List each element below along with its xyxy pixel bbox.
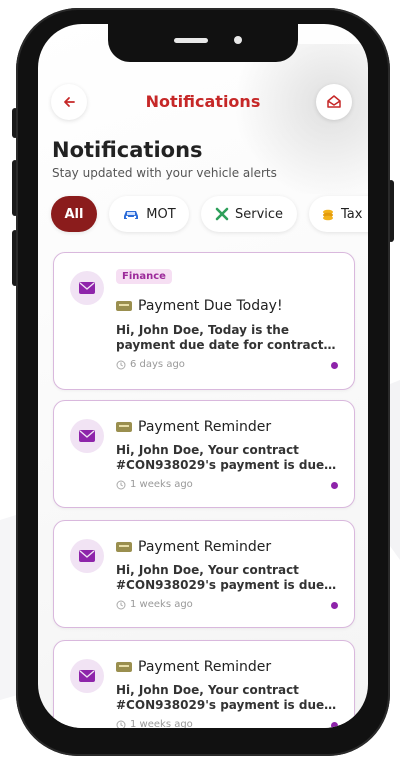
filter-chip-service[interactable]: Service <box>201 196 297 232</box>
car-icon <box>124 211 139 219</box>
notification-time: 1 weeks ago <box>116 719 193 728</box>
category-badge: Finance <box>116 269 172 284</box>
notification-title-text: Payment Due Today! <box>138 298 283 314</box>
message-line: payment due date for contract #... <box>116 338 338 352</box>
filter-chip-tax[interactable]: Tax <box>309 196 368 232</box>
ticket-icon <box>116 422 132 432</box>
filter-chip-label: MOT <box>146 206 176 222</box>
notification-time: 6 days ago <box>116 359 185 370</box>
notification-title: Payment Reminder <box>116 659 271 675</box>
time-text: 1 weeks ago <box>130 599 193 610</box>
notification-time: 1 weeks ago <box>116 599 193 610</box>
notification-title-text: Payment Reminder <box>138 419 272 435</box>
notification-time: 1 weeks ago <box>116 479 193 490</box>
notification-avatar <box>70 419 104 453</box>
time-text: 6 days ago <box>130 359 185 370</box>
notification-avatar <box>70 271 104 305</box>
filter-chip-mot[interactable]: MOT <box>109 196 189 232</box>
notification-message: Hi, John Doe, Your contract #CON938029's… <box>116 443 338 473</box>
page-subtitle: Stay updated with your vehicle alerts <box>52 166 277 180</box>
message-line: Hi, John Doe, Your contract <box>116 443 299 457</box>
unread-dot <box>331 602 338 609</box>
wrench-icon <box>215 207 229 221</box>
time-text: 1 weeks ago <box>130 719 193 728</box>
envelope-icon <box>79 670 95 682</box>
filter-chip-all[interactable]: All <box>51 196 97 232</box>
filter-chip-label: All <box>64 206 84 222</box>
clock-icon <box>116 600 126 609</box>
notification-message: Hi, John Doe, Today is the payment due d… <box>116 323 338 353</box>
mark-all-read-button[interactable] <box>316 84 352 120</box>
notification-message: Hi, John Doe, Your contract #CON938029's… <box>116 563 338 593</box>
ticket-icon <box>116 662 132 672</box>
message-line: Hi, John Doe, Your contract <box>116 563 299 577</box>
envelope-icon <box>79 282 95 294</box>
phone-notch <box>108 24 298 62</box>
notification-title-text: Payment Reminder <box>138 539 272 555</box>
filter-chip-label: Tax <box>341 206 363 222</box>
notification-avatar <box>70 539 104 573</box>
envelope-icon <box>79 430 95 442</box>
ticket-icon <box>116 542 132 552</box>
clock-icon <box>116 720 126 728</box>
notification-title: Payment Due Today! <box>116 298 283 314</box>
app-screen: Notifications Notifications Stay updated… <box>38 24 368 728</box>
notification-title: Payment Reminder <box>116 539 271 555</box>
envelope-icon <box>79 550 95 562</box>
notification-card[interactable]: Payment Reminder Hi, John Doe, Your cont… <box>53 640 355 728</box>
coins-icon <box>323 209 333 221</box>
page-title: Notifications <box>52 138 203 162</box>
message-line: Hi, John Doe, Your contract <box>116 683 299 697</box>
ticket-icon <box>116 301 132 311</box>
envelope-open-icon <box>327 95 341 108</box>
notification-card[interactable]: Payment Reminder Hi, John Doe, Your cont… <box>53 520 355 628</box>
notification-avatar <box>70 659 104 693</box>
unread-dot <box>331 362 338 369</box>
front-camera <box>234 36 242 44</box>
notification-card[interactable]: Payment Reminder Hi, John Doe, Your cont… <box>53 400 355 508</box>
clock-icon <box>116 360 126 369</box>
unread-dot <box>331 482 338 489</box>
unread-dot <box>331 722 338 728</box>
notification-title-text: Payment Reminder <box>138 659 272 675</box>
phone-frame: Notifications Notifications Stay updated… <box>16 8 390 756</box>
message-line: Hi, John Doe, Today is the <box>116 323 289 337</box>
message-line: #CON938029's payment is due ... <box>116 578 338 592</box>
speaker-grille <box>174 38 208 43</box>
notification-message: Hi, John Doe, Your contract #CON938029's… <box>116 683 338 713</box>
time-text: 1 weeks ago <box>130 479 193 490</box>
message-line: #CON938029's payment is due ... <box>116 458 338 472</box>
filter-chips: All MOT Service Tax <box>51 196 368 232</box>
notification-card[interactable]: Finance Payment Due Today! Hi, John Doe,… <box>53 252 355 390</box>
notification-title: Payment Reminder <box>116 419 271 435</box>
clock-icon <box>116 480 126 489</box>
filter-chip-label: Service <box>234 206 284 222</box>
message-line: #CON938029's payment is due ... <box>116 698 338 712</box>
